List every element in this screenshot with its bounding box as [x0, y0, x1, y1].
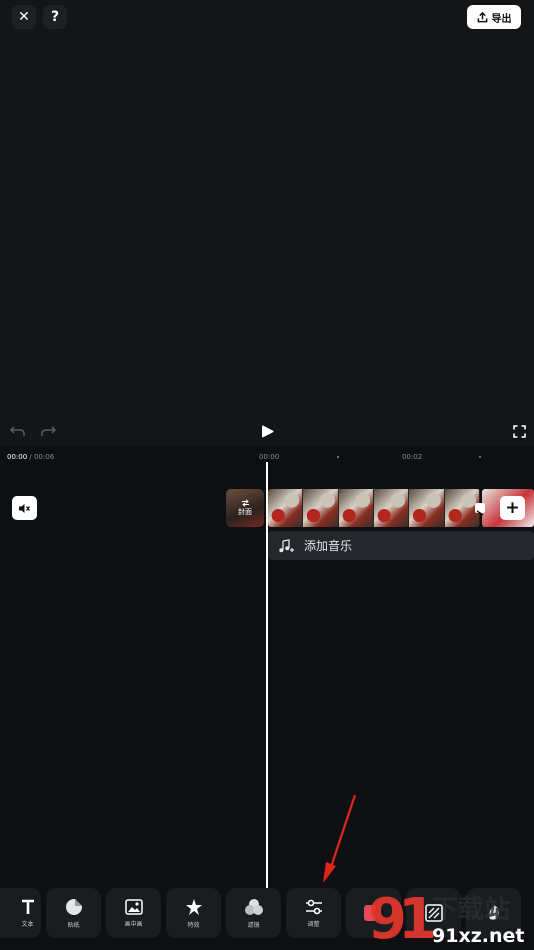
music-add-icon	[279, 538, 294, 552]
clip-frame	[303, 489, 339, 527]
sticker-icon	[65, 898, 82, 915]
play-icon	[261, 424, 273, 438]
tool-picture-in-picture[interactable]: 画中画	[106, 888, 161, 938]
plus-icon: +	[505, 498, 520, 518]
fullscreen-button[interactable]	[511, 421, 527, 441]
edit-cover-icon	[241, 499, 249, 507]
transition-button[interactable]	[475, 503, 485, 516]
redo-button[interactable]	[40, 421, 56, 441]
add-clip-button[interactable]: +	[500, 496, 525, 520]
close-button[interactable]: ✕	[12, 5, 36, 29]
video-clip-strip[interactable]	[268, 489, 480, 527]
export-icon	[477, 11, 487, 22]
cover-label: 封面	[238, 508, 252, 516]
clip-frame	[373, 489, 410, 527]
ruler-dot	[479, 456, 481, 458]
add-music-label: 添加音乐	[304, 539, 353, 553]
playhead[interactable]	[266, 462, 268, 888]
adjust-icon	[305, 899, 322, 914]
transition-icon	[476, 510, 484, 516]
tool-text[interactable]: 文本	[0, 888, 41, 938]
add-music-track[interactable]: 添加音乐	[268, 531, 534, 560]
redo-icon	[40, 426, 56, 436]
play-button[interactable]	[258, 421, 276, 441]
ruler-tick-label: 00:02	[402, 453, 423, 461]
clip-frame	[338, 489, 374, 527]
clip-frame	[268, 489, 304, 527]
watermark-logo: 9 1 下载站	[368, 888, 510, 950]
clip-frame	[409, 489, 445, 527]
export-button[interactable]: 导出	[467, 5, 521, 29]
video-preview	[0, 0, 534, 446]
tool-sticker[interactable]: 贴纸	[46, 888, 101, 938]
undo-icon	[9, 426, 25, 436]
tool-adjust[interactable]: 调整	[286, 888, 341, 938]
undo-button[interactable]	[9, 421, 25, 441]
cover-thumbnail[interactable]: 封面	[226, 489, 264, 527]
total-time: / 00:06	[29, 453, 55, 461]
svg-text:下载站: 下载站	[432, 895, 510, 925]
current-time: 00:00	[7, 453, 28, 461]
tool-effects[interactable]: 特效	[166, 888, 221, 938]
ruler-tick-label: 00:00	[259, 453, 280, 461]
picture-in-picture-icon	[124, 898, 143, 915]
close-icon: ✕	[18, 9, 30, 25]
filter-icon	[244, 898, 263, 915]
help-button[interactable]: ?	[43, 5, 67, 29]
tool-filter[interactable]: 滤镜	[226, 888, 281, 938]
text-icon	[21, 899, 34, 914]
export-label: 导出	[491, 13, 512, 25]
fullscreen-icon	[512, 424, 526, 438]
speaker-mute-icon	[19, 503, 31, 513]
ruler-dot	[337, 456, 339, 458]
help-icon: ?	[50, 9, 60, 25]
mute-audio-button[interactable]	[12, 496, 37, 520]
effects-icon	[185, 898, 202, 915]
